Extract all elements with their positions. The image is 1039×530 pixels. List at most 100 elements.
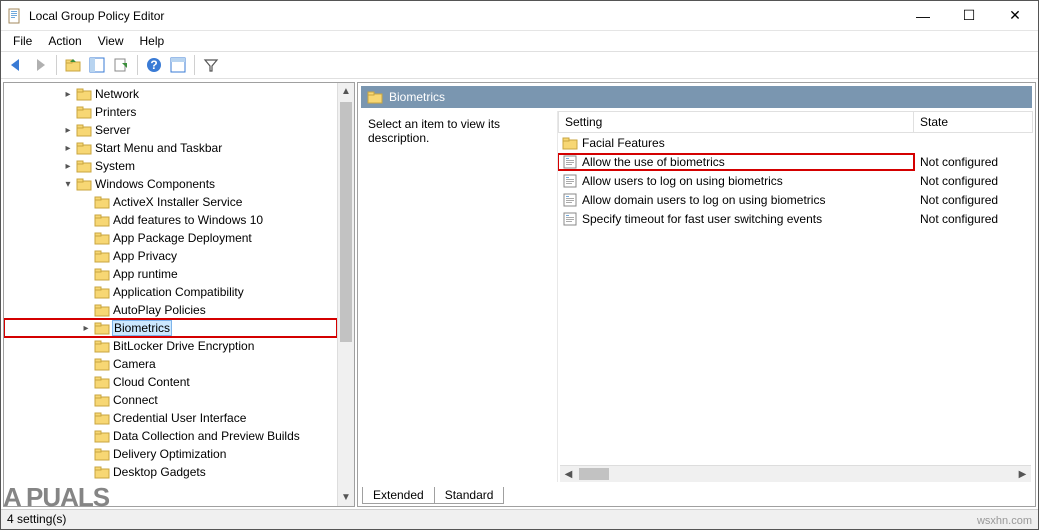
forward-button[interactable] [29,54,51,76]
tree-label: Delivery Optimization [113,447,226,461]
tree-label: BitLocker Drive Encryption [113,339,254,353]
tree-item[interactable]: Connect [4,391,337,409]
menu-help[interactable]: Help [132,32,173,50]
tree-item[interactable]: Add features to Windows 10 [4,211,337,229]
close-button[interactable]: ✕ [992,1,1038,31]
properties-button[interactable] [167,54,189,76]
tree-item[interactable]: ▸Server [4,121,337,139]
tree-toggle-icon[interactable]: ▸ [60,143,76,154]
setting-state: Not configured [914,193,1033,207]
scroll-track[interactable] [338,100,354,489]
back-button[interactable] [5,54,27,76]
folder-icon [367,89,383,105]
setting-icon [562,154,578,170]
folder-icon [94,464,110,480]
tree-label: Printers [95,105,136,119]
show-hide-tree-button[interactable] [86,54,108,76]
tree-label: Network [95,87,139,101]
tree-toggle-icon[interactable]: ▸ [60,125,76,136]
tree-item[interactable]: ▸ Network [4,85,337,103]
tree-item[interactable]: AutoPlay Policies [4,301,337,319]
folder-icon [94,320,110,336]
tree-item[interactable]: Printers [4,103,337,121]
tree-item[interactable]: Cloud Content [4,373,337,391]
tree-label: App Privacy [113,249,177,263]
tree-item[interactable]: App runtime [4,265,337,283]
tree-label: Application Compatibility [113,285,244,299]
minimize-button[interactable]: — [900,1,946,31]
setting-state: Not configured [914,174,1033,188]
setting-row[interactable]: Allow users to log on using biometricsNo… [558,171,1033,190]
tree-item[interactable]: ▸System [4,157,337,175]
tab-extended[interactable]: Extended [362,487,435,504]
setting-icon [562,211,578,227]
filter-button[interactable] [200,54,222,76]
tree-item[interactable]: App Privacy [4,247,337,265]
folder-icon [94,428,110,444]
col-state[interactable]: State [914,111,1033,133]
toolbar-sep [56,55,57,75]
statusbar: 4 setting(s) [1,509,1038,529]
tree-label: Data Collection and Preview Builds [113,429,300,443]
tree-toggle-icon[interactable]: ▸ [60,161,76,172]
tree-item[interactable]: Credential User Interface [4,409,337,427]
menu-view[interactable]: View [90,32,132,50]
menu-file[interactable]: File [5,32,40,50]
folder-icon [94,212,110,228]
tree-item[interactable]: ▸ Start Menu and Taskbar [4,139,337,157]
scroll-left-icon[interactable]: ◀ [560,466,577,482]
tree-item[interactable]: Desktop Gadgets [4,463,337,481]
tree-label: Start Menu and Taskbar [95,141,222,155]
setting-icon [562,173,578,189]
setting-name: Facial Features [582,136,665,150]
scroll-thumb[interactable] [340,102,352,342]
setting-row[interactable]: Allow the use of biometricsNot configure… [558,152,1033,171]
col-setting[interactable]: Setting [558,111,914,133]
tree-label: Connect [113,393,158,407]
tree-item[interactable]: ▸Biometrics [4,319,337,337]
folder-icon [76,158,92,174]
folder-icon [94,194,110,210]
tree-label: App runtime [113,267,178,281]
setting-row[interactable]: Facial Features [558,133,1033,152]
tree-vscroll[interactable]: ▲ ▼ [337,83,354,506]
items-hscroll[interactable]: ◀ ▶ [560,465,1031,482]
toolbar-sep2 [137,55,138,75]
tree-item[interactable]: Application Compatibility [4,283,337,301]
menu-action[interactable]: Action [40,32,89,50]
tree-item[interactable]: BitLocker Drive Encryption [4,337,337,355]
setting-row[interactable]: Specify timeout for fast user switching … [558,209,1033,228]
folder-icon [76,86,92,102]
folder-icon [94,374,110,390]
scroll-down-icon[interactable]: ▼ [338,489,354,506]
tree-toggle-icon[interactable]: ▾ [60,179,76,190]
setting-name: Allow domain users to log on using biome… [582,193,825,207]
detail-pane: Biometrics Select an item to view its de… [357,82,1036,507]
scroll-right-icon[interactable]: ▶ [1014,466,1031,482]
tree[interactable]: ▸NetworkPrinters▸Server▸Start Menu and T… [4,83,337,506]
tree-item[interactable]: Data Collection and Preview Builds [4,427,337,445]
tree-toggle-icon[interactable]: ▸ [78,323,94,334]
hscroll-track[interactable] [577,466,1014,482]
brand-watermark: A PUALS [3,482,109,513]
setting-icon [562,192,578,208]
export-list-button[interactable] [110,54,132,76]
tab-standard[interactable]: Standard [434,487,505,504]
items-header: Setting State [558,111,1033,133]
setting-row[interactable]: Allow domain users to log on using biome… [558,190,1033,209]
svg-text:?: ? [150,58,157,72]
up-button[interactable] [62,54,84,76]
tree-item[interactable]: Camera [4,355,337,373]
hscroll-thumb[interactable] [579,468,609,480]
menubar: File Action View Help [1,31,1038,51]
tree-item[interactable]: App Package Deployment [4,229,337,247]
tree-item[interactable]: Delivery Optimization [4,445,337,463]
scroll-up-icon[interactable]: ▲ [338,83,354,100]
tree-toggle-icon[interactable]: ▸ [60,89,76,100]
help-button[interactable]: ? [143,54,165,76]
maximize-button[interactable]: ☐ [946,1,992,31]
titlebar: Local Group Policy Editor — ☐ ✕ [1,1,1038,31]
tree-item[interactable]: ▾Windows Components [4,175,337,193]
tree-item[interactable]: ActiveX Installer Service [4,193,337,211]
detail-tabs: Extended Standard [360,484,1033,504]
